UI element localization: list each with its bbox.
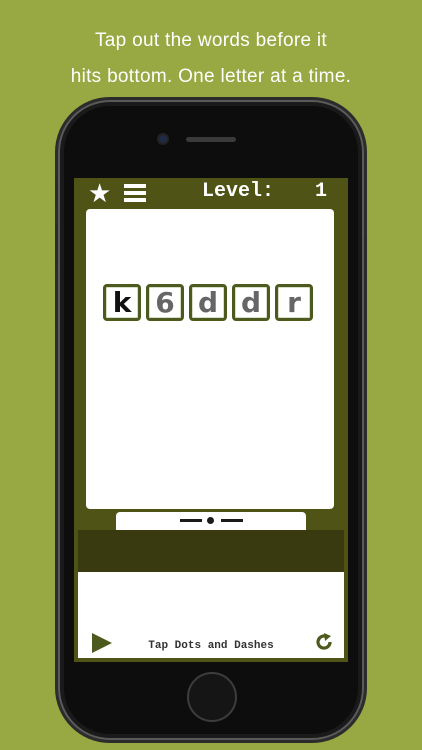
letter-tile: r: [275, 284, 313, 321]
letter-tile-char: k: [112, 285, 132, 319]
earpiece-speaker: [186, 137, 236, 142]
home-button: [187, 672, 237, 722]
caption-line-2: hits bottom. One letter at a time.: [70, 66, 352, 87]
tap-input-area[interactable]: Tap Dots and Dashes: [78, 572, 344, 658]
ground-band: [78, 530, 344, 572]
tap-hint: Tap Dots and Dashes: [148, 640, 274, 652]
star-icon[interactable]: ★: [88, 179, 111, 207]
volume-down-button: [55, 280, 58, 324]
caption-line-1: Tap out the words before it: [94, 30, 327, 51]
word-board: k 6 d d r: [86, 209, 334, 509]
letter-tile: 6: [146, 284, 184, 321]
morse-dash: [221, 519, 243, 522]
morse-dash: [180, 519, 202, 522]
letter-tiles: k 6 d d r: [103, 284, 313, 321]
hamburger-menu-icon[interactable]: [124, 184, 146, 202]
letter-tile: d: [189, 284, 227, 321]
level-label: Level:: [202, 180, 275, 203]
game-screen: ★ Level: 1 k 6 d d r Tap Dots and Dashes: [74, 178, 348, 662]
letter-tile-char: 6: [155, 285, 175, 319]
letter-tile: k: [103, 284, 141, 321]
top-bar: ★ Level: 1: [74, 178, 348, 208]
power-button: [364, 235, 367, 279]
level-value: 1: [315, 180, 328, 203]
front-camera: [159, 135, 167, 143]
morse-dot: [207, 517, 214, 524]
letter-tile-char: d: [240, 285, 262, 319]
letter-tile: d: [232, 284, 270, 321]
letter-tile-char: r: [287, 285, 301, 319]
mute-switch: [55, 180, 58, 206]
letter-tile-char: d: [197, 285, 219, 319]
volume-up-button: [55, 225, 58, 269]
morse-display: [116, 512, 306, 530]
reset-icon[interactable]: [314, 632, 334, 652]
